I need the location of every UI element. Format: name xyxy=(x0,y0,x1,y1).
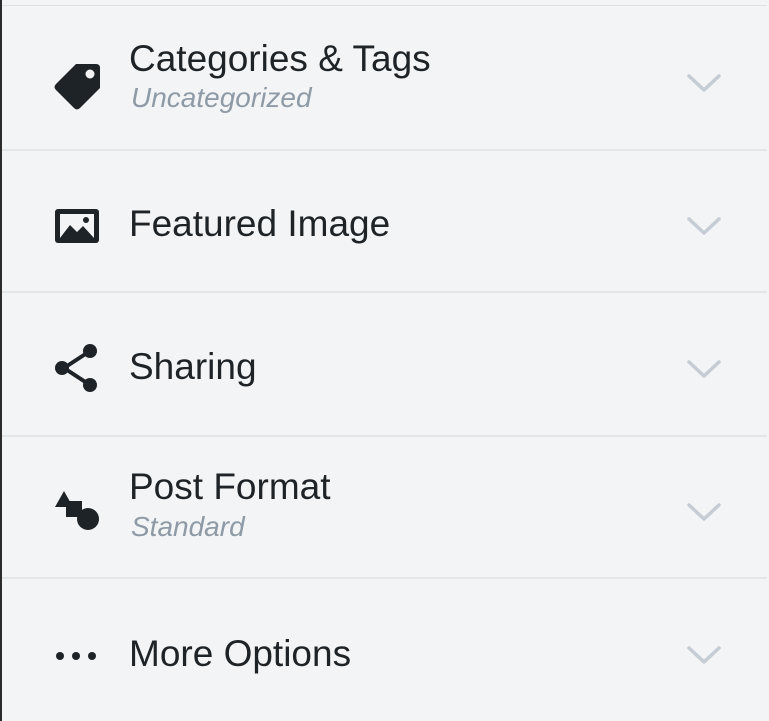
chevron-down-icon[interactable] xyxy=(682,499,726,525)
section-categories-tags[interactable]: Categories & Tags Uncategorized xyxy=(2,6,767,151)
section-subtitle: Standard xyxy=(131,511,245,542)
section-title: Featured Image xyxy=(129,203,391,244)
section-title: More Options xyxy=(129,633,352,674)
ellipsis-icon xyxy=(50,629,104,683)
tag-icon xyxy=(50,58,104,112)
section-featured-image[interactable]: Featured Image xyxy=(2,151,767,293)
section-title: Post Format xyxy=(129,466,331,507)
image-icon xyxy=(50,199,104,253)
section-post-format[interactable]: Post Format Standard xyxy=(2,437,767,579)
section-sharing[interactable]: Sharing xyxy=(2,293,767,437)
section-subtitle: Uncategorized xyxy=(131,82,312,113)
chevron-down-icon[interactable] xyxy=(682,70,726,96)
chevron-down-icon[interactable] xyxy=(682,213,726,239)
section-more-options[interactable]: More Options xyxy=(2,579,767,721)
section-title: Categories & Tags xyxy=(129,38,431,79)
post-format-icon xyxy=(50,485,104,539)
chevron-down-icon[interactable] xyxy=(682,642,726,668)
post-settings-sidebar: Categories & Tags Uncategorized Featured… xyxy=(0,0,767,721)
section-title: Sharing xyxy=(129,346,257,387)
share-icon xyxy=(50,341,104,395)
chevron-down-icon[interactable] xyxy=(682,356,726,382)
